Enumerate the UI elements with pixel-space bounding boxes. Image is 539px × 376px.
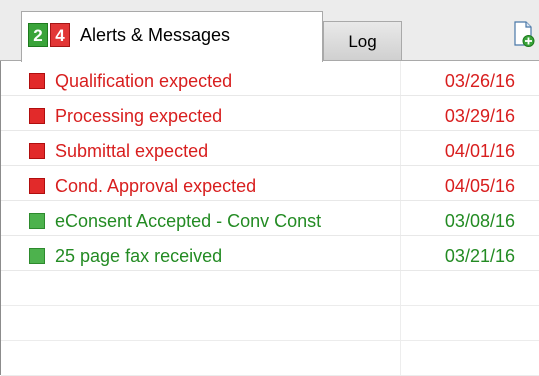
item-text: Qualification expected (55, 71, 233, 91)
alert-status-icon (29, 143, 45, 159)
item-date: 03/08/16 (444, 211, 515, 231)
message-status-icon (29, 248, 45, 264)
alert-status-icon (29, 73, 45, 89)
tab-log-label: Log (348, 32, 377, 51)
item-text: Cond. Approval expected (55, 176, 257, 196)
list-item[interactable]: 25 page fax received 03/21/16 (1, 236, 539, 271)
empty-row (1, 341, 539, 376)
item-date: 03/21/16 (444, 246, 515, 266)
messages-count-badge: 2 (28, 23, 48, 47)
new-document-icon[interactable] (513, 21, 535, 47)
empty-row (1, 306, 539, 341)
item-date: 03/26/16 (444, 71, 515, 91)
item-text: 25 page fax received (55, 246, 223, 266)
tab-bar: 2 4 Alerts & Messages Log (0, 0, 539, 62)
item-date: 03/29/16 (444, 106, 515, 126)
item-text: eConsent Accepted - Conv Const (55, 211, 322, 231)
item-date: 04/01/16 (444, 141, 515, 161)
message-status-icon (29, 213, 45, 229)
list-item[interactable]: Processing expected 03/29/16 (1, 96, 539, 131)
item-date: 04/05/16 (444, 176, 515, 196)
tab-log[interactable]: Log (323, 21, 402, 60)
alerts-list: Qualification expected 03/26/16 Processi… (1, 61, 539, 376)
list-item[interactable]: Submittal expected 04/01/16 (1, 131, 539, 166)
alerts-count-badge: 4 (50, 23, 70, 47)
alerts-panel: 2 4 Alerts & Messages Log Qualification … (0, 0, 539, 376)
list-item[interactable]: Qualification expected 03/26/16 (1, 61, 539, 96)
alert-status-icon (29, 178, 45, 194)
empty-row (1, 271, 539, 306)
tab-alerts-messages-label: Alerts & Messages (80, 25, 231, 45)
list-item[interactable]: Cond. Approval expected 04/05/16 (1, 166, 539, 201)
alert-status-icon (29, 108, 45, 124)
item-text: Submittal expected (55, 141, 209, 161)
item-text: Processing expected (55, 106, 223, 126)
list-item[interactable]: eConsent Accepted - Conv Const 03/08/16 (1, 201, 539, 236)
